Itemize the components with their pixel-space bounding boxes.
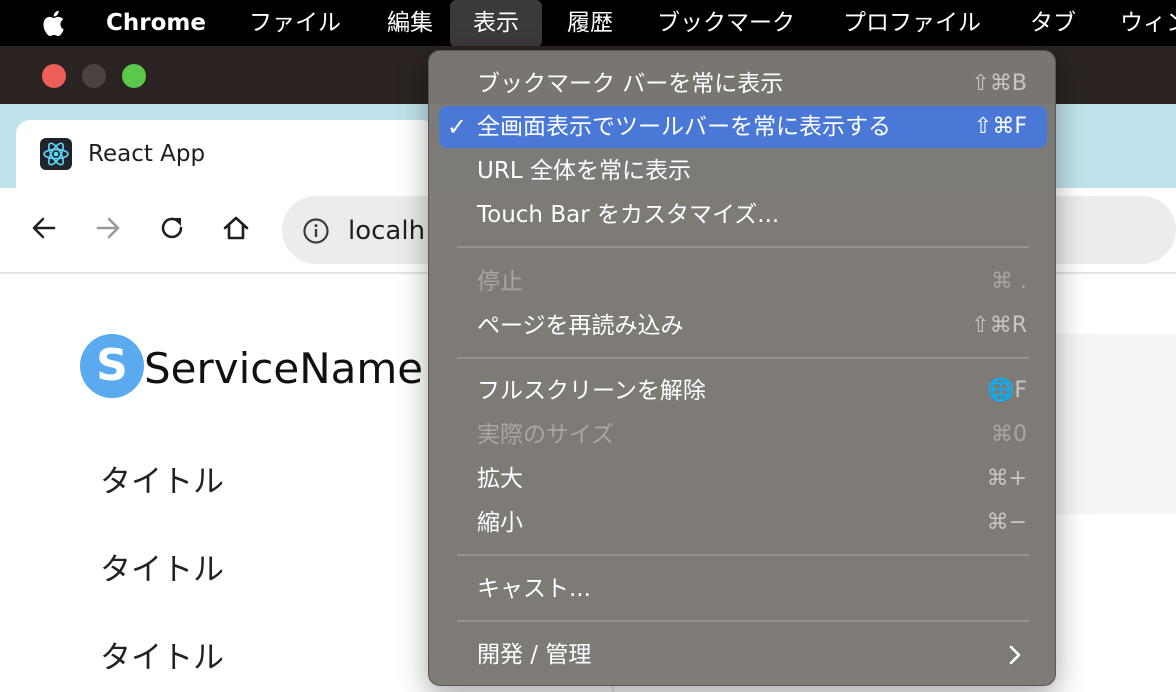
menu-item-always-show-toolbar-fullscreen[interactable]: ✓ 全画面表示でツールバーを常に表示する ⇧⌘F xyxy=(439,106,1047,148)
service-logo: S xyxy=(80,334,144,398)
close-window-button[interactable] xyxy=(42,64,66,88)
menu-item-always-show-full-url[interactable]: URL 全体を常に表示 xyxy=(439,150,1047,192)
menu-bookmarks[interactable]: ブックマーク xyxy=(657,0,795,46)
shortcut-label: ⌘ . xyxy=(991,269,1027,294)
macos-menu-bar: Chrome ファイル 編集 表示 履歴 ブックマーク プロファイル タブ ウィ… xyxy=(0,0,1176,47)
checkmark-icon: ✓ xyxy=(447,113,468,141)
menu-history[interactable]: 履歴 xyxy=(567,0,613,46)
menu-window[interactable]: ウィン xyxy=(1120,0,1176,46)
shortcut-label: ⌘− xyxy=(986,510,1027,535)
shortcut-label: 🌐F xyxy=(986,378,1027,403)
menu-item-customize-touch-bar[interactable]: Touch Bar をカスタマイズ... xyxy=(439,194,1047,236)
forward-arrow-icon[interactable] xyxy=(92,212,124,244)
minimize-window-button[interactable] xyxy=(82,64,106,88)
menu-item-developer-tools[interactable]: 開発 / 管理 xyxy=(439,634,1047,676)
shortcut-label: ⇧⌘R xyxy=(971,313,1027,338)
menu-item-reload-page[interactable]: ページを再読み込み ⇧⌘R xyxy=(439,305,1047,347)
menu-item-zoom-in[interactable]: 拡大 ⌘+ xyxy=(439,458,1047,500)
menu-file[interactable]: ファイル xyxy=(249,0,341,46)
menu-separator xyxy=(457,357,1029,359)
home-icon[interactable] xyxy=(220,212,252,244)
apple-icon[interactable] xyxy=(38,6,70,40)
content-panel xyxy=(1050,334,1176,514)
menu-edit[interactable]: 編集 xyxy=(387,0,433,46)
menu-item-stop: 停止 ⌘ . xyxy=(439,261,1047,303)
reload-icon[interactable] xyxy=(156,212,188,244)
menu-item-actual-size: 実際のサイズ ⌘0 xyxy=(439,414,1047,456)
menu-item-zoom-out[interactable]: 縮小 ⌘− xyxy=(439,502,1047,544)
fullscreen-window-button[interactable] xyxy=(122,64,146,88)
react-logo-icon xyxy=(40,138,72,170)
site-info-icon[interactable] xyxy=(302,217,330,245)
nav-item-title[interactable]: タイトル xyxy=(100,636,224,680)
back-arrow-icon[interactable] xyxy=(28,212,60,244)
tab-title: React App xyxy=(88,141,206,167)
menu-item-cast[interactable]: キャスト... xyxy=(439,568,1047,610)
shortcut-label: ⌘+ xyxy=(986,466,1027,491)
brand-name: ServiceName xyxy=(144,344,424,393)
menu-separator xyxy=(457,554,1029,556)
shortcut-label: ⇧⌘F xyxy=(973,114,1027,139)
menu-separator xyxy=(457,620,1029,622)
chevron-right-icon xyxy=(1009,645,1021,665)
menu-app-chrome[interactable]: Chrome xyxy=(106,0,206,46)
address-bar-url[interactable]: localh xyxy=(348,211,425,251)
shortcut-label: ⌘0 xyxy=(991,422,1027,447)
tab-react-app[interactable] xyxy=(16,120,436,190)
nav-item-title[interactable]: タイトル xyxy=(100,460,224,504)
menu-view[interactable]: 表示 xyxy=(450,0,542,47)
menu-separator xyxy=(457,246,1029,248)
nav-item-title[interactable]: タイトル xyxy=(100,548,224,592)
shortcut-label: ⇧⌘B xyxy=(971,71,1027,96)
menu-profiles[interactable]: プロファイル xyxy=(843,0,981,46)
menu-item-always-show-bookmarks-bar[interactable]: ブックマーク バーを常に表示 ⇧⌘B xyxy=(439,63,1047,105)
menu-item-exit-fullscreen[interactable]: フルスクリーンを解除 🌐F xyxy=(439,370,1047,412)
menu-tab[interactable]: タブ xyxy=(1030,0,1076,46)
view-dropdown-menu: ブックマーク バーを常に表示 ⇧⌘B ✓ 全画面表示でツールバーを常に表示する … xyxy=(428,50,1056,686)
